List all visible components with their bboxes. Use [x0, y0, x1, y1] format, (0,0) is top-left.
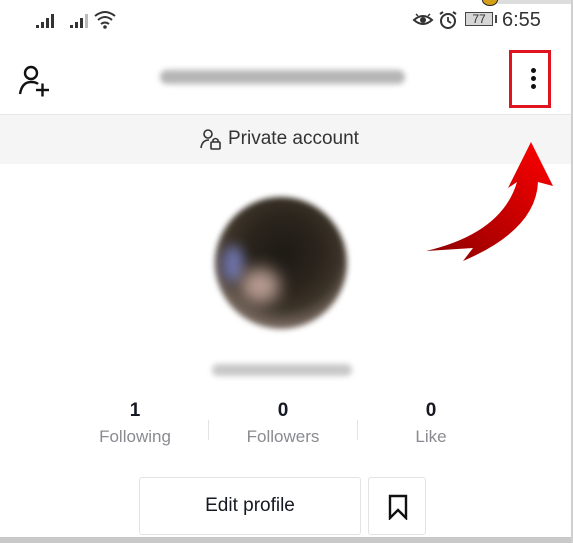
- likes-count: 0: [425, 400, 437, 421]
- person-lock-icon: [200, 129, 221, 150]
- clock-time: 6:55: [502, 9, 541, 31]
- following-count: 1: [129, 400, 141, 421]
- annotation-arrow-icon: [426, 142, 553, 261]
- user-handle-blurred: [212, 364, 352, 376]
- add-user-icon[interactable]: [16, 64, 52, 98]
- edit-profile-button[interactable]: Edit profile: [139, 477, 361, 535]
- stat-following[interactable]: 1 Following: [60, 398, 210, 447]
- alarm-icon: [439, 11, 457, 29]
- stat-followers[interactable]: 0 Followers: [208, 398, 358, 447]
- status-bar: 77 6:55: [0, 0, 573, 40]
- profile-header: [0, 40, 573, 114]
- profile-stats: 1 Following 0 Followers 0 Like: [60, 398, 510, 458]
- bookmark-icon: [388, 494, 408, 520]
- battery-icon: 77: [465, 12, 493, 26]
- notification-badge-icon: [482, 0, 498, 6]
- bookmarks-button[interactable]: [368, 477, 426, 535]
- bottom-edge: [0, 537, 573, 543]
- battery-tip: [495, 15, 497, 23]
- stat-likes[interactable]: 0 Like: [356, 398, 506, 447]
- signal-icon: [70, 12, 90, 28]
- more-options-button[interactable]: [509, 50, 551, 108]
- likes-label: Like: [415, 427, 447, 446]
- followers-label: Followers: [246, 427, 320, 446]
- window-edge: [498, 0, 573, 4]
- signal-icon: [36, 12, 56, 28]
- followers-count: 0: [277, 400, 289, 421]
- private-account-label: Private account: [228, 128, 359, 149]
- eye-icon: [412, 13, 434, 25]
- username-blurred: [160, 70, 405, 84]
- avatar-detail: [222, 245, 244, 283]
- following-label: Following: [99, 427, 171, 446]
- avatar-detail: [240, 268, 280, 304]
- more-vertical-icon[interactable]: [529, 68, 537, 92]
- wifi-icon: [94, 11, 116, 29]
